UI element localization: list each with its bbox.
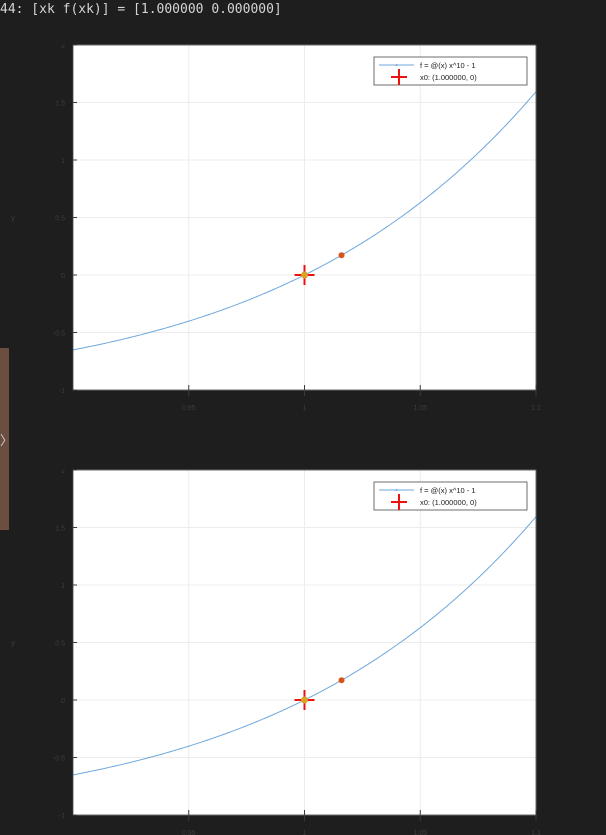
chart-bottom: -1 -0.5 0 0.5 1 1.5 2 0.95 1 1.05 1.1 y f = @(x) x^1… <box>11 469 541 835</box>
legend-label-x0: x0: (1.000000, 0) <box>420 73 477 82</box>
data-point <box>338 677 345 684</box>
y-tick-label: 0.5 <box>55 216 65 223</box>
y-tick-label: -1 <box>59 813 65 820</box>
x-tick-label: 0.95 <box>182 830 196 835</box>
legend-label-x0: x0: (1.000000, 0) <box>420 498 477 507</box>
data-point <box>301 696 308 704</box>
x-tick-label: 0.95 <box>182 405 196 412</box>
y-tick-label: 1 <box>61 158 65 165</box>
chart-top: -1-0.500.511.520.9511.051.1xyf = @(x) x^… <box>11 44 541 412</box>
y-axis-label: y <box>11 639 15 648</box>
legend-label-f: f = @(x) x^10 - 1 <box>420 486 476 495</box>
y-tick-label: 1.5 <box>55 526 65 533</box>
y-tick-label: 1 <box>61 583 65 590</box>
y-tick-label: 0.5 <box>55 641 65 648</box>
y-tick-label: 0 <box>61 698 65 705</box>
data-point <box>338 252 345 259</box>
y-tick-label: 1.5 <box>55 101 65 108</box>
x-tick-label: 1 <box>303 405 307 412</box>
legend-swatch-dot <box>395 489 398 491</box>
y-axis-label: y <box>11 214 15 223</box>
y-tick-label: -1 <box>59 388 65 395</box>
x-tick-label: 1.1 <box>531 405 541 412</box>
figure-bottom: -1 -0.5 0 0.5 1 1.5 2 0.95 1 1.05 1.1 y f = @(x) x^1… <box>0 469 606 835</box>
legend-label-f: f = @(x) x^10 - 1 <box>420 61 476 70</box>
legend-swatch-dot <box>395 64 398 66</box>
x-tick-label: 1 <box>303 830 307 835</box>
y-tick-label: -0.5 <box>53 331 65 338</box>
x-tick-label: 1.1 <box>531 830 541 835</box>
y-tick-label: 2 <box>61 469 65 475</box>
x-tick-label: 1.05 <box>413 830 427 835</box>
y-tick-label: 2 <box>61 44 65 50</box>
chevron-right-icon[interactable]: 〉 <box>0 430 13 449</box>
y-tick-label: -0.5 <box>53 756 65 763</box>
x-tick-label: 1.05 <box>413 405 427 412</box>
figure-top: -1-0.500.511.520.9511.051.1xyf = @(x) x^… <box>0 44 606 424</box>
y-tick-label: 0 <box>61 273 65 280</box>
console-output-line: 44: [xk f(xk)] = [1.000000 0.000000] <box>0 2 282 17</box>
data-point <box>301 271 308 279</box>
